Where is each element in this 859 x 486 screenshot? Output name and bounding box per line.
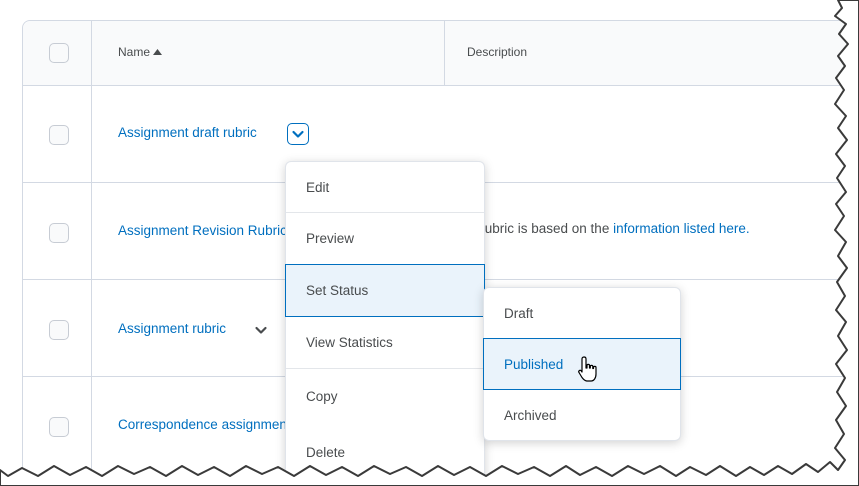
row-checkbox[interactable] — [49, 223, 69, 243]
menu-item-preview[interactable]: Preview — [286, 212, 484, 264]
submenu-item-draft[interactable]: Draft — [484, 288, 680, 338]
menu-item-delete[interactable]: Delete — [286, 424, 484, 480]
rubric-context-menu: Edit Preview Set Status View Statistics … — [285, 161, 485, 483]
row-checkbox[interactable] — [49, 320, 69, 340]
name-column-header[interactable]: Name — [118, 45, 163, 59]
context-menu-button[interactable] — [253, 322, 269, 338]
description-column-header: Description — [467, 45, 528, 59]
menu-item-set-status[interactable]: Set Status — [285, 264, 485, 317]
select-all-checkbox[interactable] — [49, 43, 69, 63]
context-menu-button[interactable] — [287, 123, 309, 145]
rubric-name-link[interactable]: Assignment rubric — [118, 321, 226, 336]
hand-cursor-icon — [578, 356, 597, 382]
menu-item-copy[interactable]: Copy — [286, 368, 484, 424]
menu-item-view-statistics[interactable]: View Statistics — [286, 317, 484, 368]
submenu-item-archived[interactable]: Archived — [484, 390, 680, 440]
menu-item-edit[interactable]: Edit — [286, 162, 484, 212]
rubric-name-link[interactable]: Assignment Revision Rubric — [118, 223, 287, 238]
chevron-down-icon — [292, 130, 304, 138]
rubric-name-link[interactable]: Assignment draft rubric — [118, 125, 257, 140]
rubric-description: This rubric is based on the information … — [451, 221, 750, 236]
sort-up-icon — [153, 49, 163, 55]
row-checkbox[interactable] — [49, 125, 69, 145]
table-header-row: Name Description — [23, 21, 859, 86]
app-window: Name Description Assignment draft rubric… — [0, 0, 859, 486]
column-divider — [444, 21, 445, 85]
chevron-down-icon — [255, 326, 267, 334]
description-link[interactable]: information listed here. — [613, 221, 750, 236]
row-checkbox[interactable] — [49, 417, 69, 437]
